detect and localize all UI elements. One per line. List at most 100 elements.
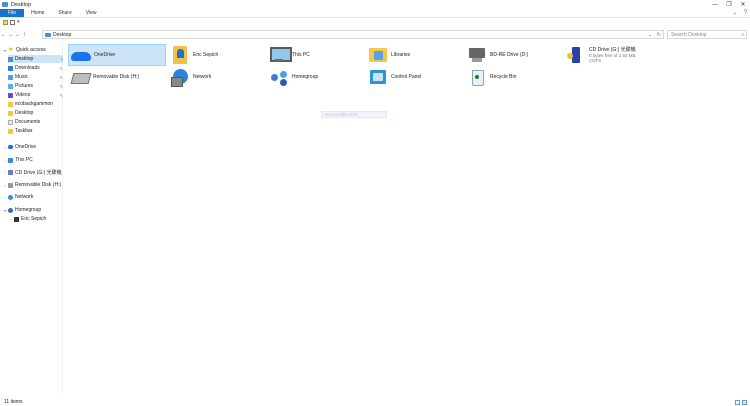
desktop-icon bbox=[45, 32, 51, 37]
expand-ribbon-button[interactable]: ⌄ bbox=[733, 10, 737, 16]
nav-item-label: Desktop bbox=[15, 110, 34, 116]
details-view-icon[interactable] bbox=[735, 399, 740, 405]
tab-view[interactable]: View bbox=[79, 9, 104, 17]
control-panel-icon bbox=[368, 68, 388, 86]
nav-item-eric-sepich[interactable]: › Eric Sepich bbox=[8, 215, 62, 223]
item-text: CD Drive (G:) 光碟機 0 bytes free of 2.55 M… bbox=[589, 47, 636, 64]
homegroup-icon bbox=[8, 207, 13, 213]
window-title: Desktop bbox=[11, 1, 32, 8]
item-eric-sepich[interactable]: Eric Sepich bbox=[168, 44, 266, 66]
up-button[interactable]: ↑ bbox=[21, 32, 28, 38]
item-onedrive[interactable]: OneDrive bbox=[68, 44, 166, 66]
nav-item-this-pc[interactable]: › This PC bbox=[2, 156, 60, 164]
file-list: OneDrive Eric Sepich This PC Libraries B… bbox=[63, 43, 750, 393]
this-pc-icon bbox=[269, 46, 292, 64]
item-removable-disk[interactable]: Removable Disk (H:) bbox=[68, 66, 166, 88]
nav-item-desktop-folder[interactable]: Desktop bbox=[8, 109, 62, 117]
search-icon: ⌕ bbox=[741, 31, 744, 38]
close-button[interactable]: ✕ bbox=[736, 0, 750, 9]
customize-toolbar-button[interactable]: ▾ bbox=[17, 19, 20, 25]
help-button[interactable]: ? bbox=[744, 10, 747, 16]
item-bd-drive[interactable]: BD-RE Drive (D:) bbox=[465, 44, 563, 66]
libraries-icon bbox=[368, 46, 388, 64]
this-pc-icon bbox=[8, 157, 13, 163]
nav-item-label: Downloads bbox=[15, 65, 40, 71]
item-label: Removable Disk (H:) bbox=[93, 74, 140, 80]
recent-locations-button[interactable]: ⌄ bbox=[14, 31, 21, 38]
bd-drive-icon bbox=[467, 46, 487, 64]
removable-disk-icon bbox=[70, 68, 90, 86]
nav-item-label: Pictures bbox=[15, 83, 34, 89]
nav-item-homegroup[interactable]: ▾ Homegroup bbox=[2, 206, 60, 214]
large-icons-view-icon[interactable] bbox=[742, 399, 747, 405]
videos-icon bbox=[8, 92, 13, 98]
nav-item-cd-drive[interactable]: › CD Drive (G:) 光碟機 bbox=[2, 168, 62, 176]
item-label: This PC bbox=[292, 52, 310, 58]
nav-item-desktop[interactable]: Desktop ✎ bbox=[8, 55, 64, 63]
nav-item-label: Removable Disk (H:) bbox=[15, 182, 62, 188]
item-label: Eric Sepich bbox=[193, 52, 219, 58]
item-recycle-bin[interactable]: Recycle Bin bbox=[465, 66, 563, 88]
user-icon bbox=[14, 216, 19, 222]
item-label: CD Drive (G:) 光碟機 bbox=[589, 46, 636, 53]
nav-item-label: OneDrive bbox=[15, 144, 37, 150]
nav-item-removable-disk[interactable]: › Removable Disk (H:) bbox=[2, 181, 62, 189]
item-control-panel[interactable]: Control Panel bbox=[366, 66, 464, 88]
ribbon-tabs: File Home Share View ⌄ ? bbox=[0, 9, 750, 18]
tab-share[interactable]: Share bbox=[51, 9, 78, 17]
search-input[interactable]: Search Desktop ⌕ bbox=[667, 30, 747, 39]
address-row: ← → ⌄ ↑ Desktop ⌄ ↻ Search Desktop ⌕ bbox=[0, 29, 750, 40]
nav-item-documents[interactable]: Documents bbox=[8, 118, 62, 126]
nav-item-label: Taskbar bbox=[15, 128, 33, 134]
search-placeholder: Search Desktop bbox=[671, 31, 707, 38]
downloads-icon bbox=[8, 65, 13, 71]
maximize-button[interactable]: ❐ bbox=[722, 0, 736, 9]
nav-item-pictures[interactable]: Pictures ✎ bbox=[8, 82, 63, 90]
folder-icon bbox=[8, 110, 13, 116]
recycle-bin-icon bbox=[467, 68, 487, 86]
nav-item-onedrive[interactable]: › OneDrive bbox=[2, 143, 60, 151]
back-button[interactable]: ← bbox=[0, 32, 7, 38]
item-label: Recycle Bin bbox=[490, 74, 517, 80]
nav-item-downloads[interactable]: Downloads ✎ bbox=[8, 64, 63, 72]
refresh-button[interactable]: ↻ bbox=[657, 32, 661, 38]
nav-item-label: Videos bbox=[15, 92, 31, 98]
nav-item-label: Quick access bbox=[16, 47, 46, 53]
nav-item-network[interactable]: › Network bbox=[2, 193, 60, 201]
drag-ghost-label: Removable Disk bbox=[325, 112, 358, 117]
item-label: BD-RE Drive (D:) bbox=[490, 52, 529, 58]
nav-item-label: ecobackgammon bbox=[15, 101, 54, 107]
nav-item-music[interactable]: Music ✎ bbox=[8, 73, 63, 81]
item-network[interactable]: Network bbox=[168, 66, 266, 88]
item-homegroup[interactable]: Homegroup bbox=[267, 66, 365, 88]
minimize-button[interactable]: — bbox=[708, 0, 722, 9]
star-icon: ★ bbox=[8, 47, 14, 53]
forward-button[interactable]: → bbox=[7, 32, 14, 38]
status-bar: 11 items bbox=[0, 398, 750, 406]
breadcrumb[interactable]: Desktop bbox=[53, 32, 71, 38]
drag-ghost: Removable Disk bbox=[321, 111, 387, 118]
nav-item-taskbar[interactable]: Taskbar bbox=[8, 127, 62, 135]
title-bar: Desktop — ❐ ✕ bbox=[0, 0, 750, 9]
item-this-pc[interactable]: This PC bbox=[267, 44, 365, 66]
item-label: OneDrive bbox=[94, 52, 116, 58]
new-folder-icon[interactable] bbox=[10, 19, 15, 25]
address-bar[interactable]: Desktop ⌄ ↻ bbox=[42, 30, 664, 39]
nav-item-videos[interactable]: Videos ✎ bbox=[8, 91, 63, 99]
tab-home[interactable]: Home bbox=[24, 9, 51, 17]
item-cd-drive[interactable]: CD Drive (G:) 光碟機 0 bytes free of 2.55 M… bbox=[564, 44, 674, 66]
nav-item-quick-access[interactable]: ▾ ★ Quick access bbox=[2, 46, 60, 54]
onedrive-icon bbox=[71, 51, 91, 61]
properties-icon[interactable] bbox=[3, 19, 8, 25]
onedrive-icon bbox=[8, 145, 13, 149]
item-libraries[interactable]: Libraries bbox=[366, 44, 464, 66]
address-dropdown-button[interactable]: ⌄ bbox=[648, 32, 652, 38]
filesystem-text: CDFS bbox=[589, 58, 602, 63]
network-icon bbox=[170, 68, 190, 87]
removable-disk-icon bbox=[8, 182, 13, 188]
tab-file[interactable]: File bbox=[0, 9, 25, 17]
nav-item-ecobackgammon[interactable]: ecobackgammon bbox=[8, 100, 62, 108]
nav-item-label: Eric Sepich bbox=[21, 216, 47, 222]
nav-item-label: This PC bbox=[15, 157, 33, 163]
music-icon bbox=[8, 74, 13, 80]
